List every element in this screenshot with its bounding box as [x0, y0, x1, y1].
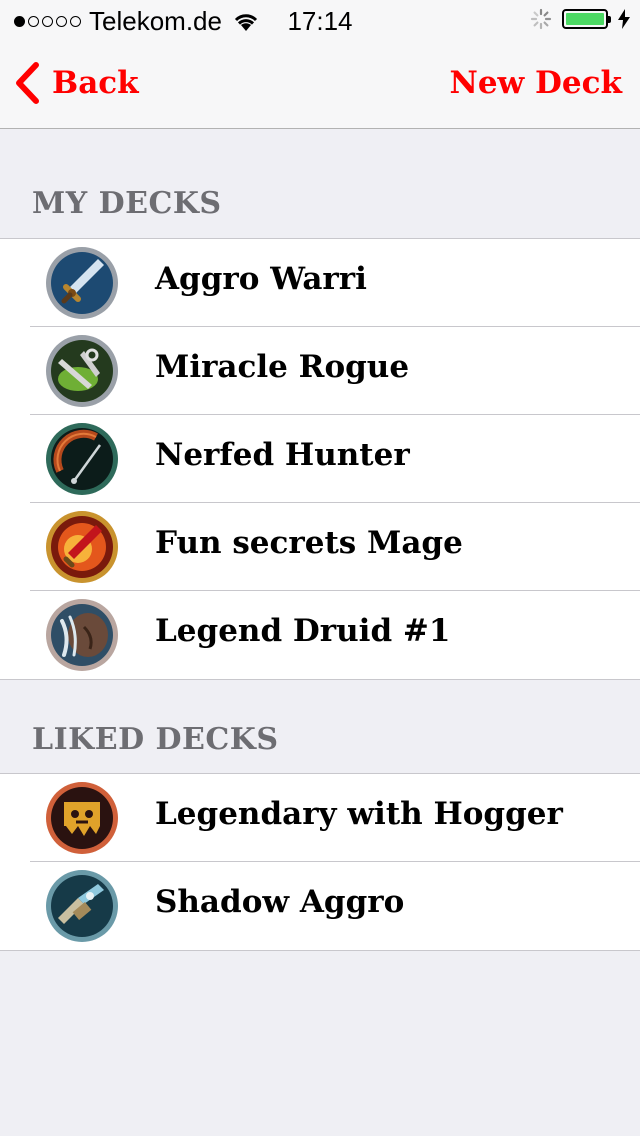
- navigation-bar: Back New Deck: [0, 40, 640, 129]
- new-deck-label: New Deck: [449, 65, 623, 101]
- hogger-banner-icon: [46, 782, 118, 854]
- daggers-icon: [46, 335, 118, 407]
- deck-name: Legend Druid #1: [155, 613, 451, 649]
- liked-decks-list: Legendary with Hogger Shadow Aggro: [0, 773, 640, 951]
- status-bar: Telekom.de 17:14: [0, 0, 640, 40]
- my-decks-list: Aggro Warri Miracle Rogue Nerfed Hunter: [0, 238, 640, 680]
- list-item[interactable]: Miracle Rogue: [0, 327, 640, 415]
- deck-name: Aggro Warri: [155, 261, 367, 297]
- my-decks-header: MY DECKS: [32, 186, 222, 221]
- fire-staff-icon: [46, 511, 118, 583]
- deck-name: Shadow Aggro: [155, 884, 405, 920]
- list-item[interactable]: Aggro Warri: [0, 239, 640, 327]
- deck-name: Nerfed Hunter: [155, 437, 410, 473]
- list-item[interactable]: Shadow Aggro: [0, 862, 640, 950]
- claw-icon: [46, 599, 118, 671]
- liked-decks-header: LIKED DECKS: [32, 722, 279, 757]
- list-item[interactable]: Fun secrets Mage: [0, 503, 640, 591]
- activity-spinner-icon: [530, 8, 552, 30]
- mechanical-icon: [46, 870, 118, 942]
- status-right: [530, 8, 630, 30]
- deck-name: Legendary with Hogger: [155, 796, 563, 832]
- list-item[interactable]: Nerfed Hunter: [0, 415, 640, 503]
- list-item[interactable]: Legend Druid #1: [0, 591, 640, 679]
- battery-icon: [562, 9, 611, 29]
- deck-name: Fun secrets Mage: [155, 525, 463, 561]
- back-label: Back: [52, 65, 139, 101]
- back-button[interactable]: Back: [14, 62, 139, 104]
- charging-bolt-icon: [618, 9, 630, 29]
- list-item[interactable]: Legendary with Hogger: [0, 774, 640, 862]
- sword-icon: [46, 247, 118, 319]
- chevron-left-icon: [16, 62, 39, 104]
- new-deck-button[interactable]: New Deck: [450, 65, 623, 101]
- bow-icon: [46, 423, 118, 495]
- deck-name: Miracle Rogue: [155, 349, 410, 385]
